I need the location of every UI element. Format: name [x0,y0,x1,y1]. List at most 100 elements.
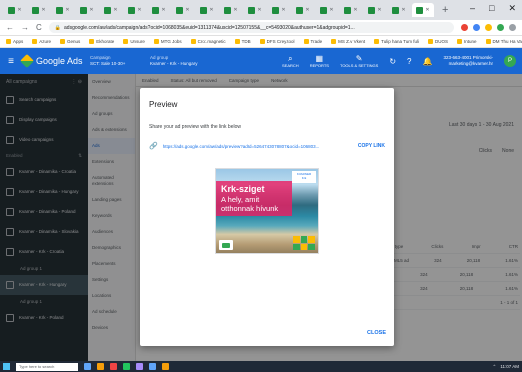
bookmark-item[interactable]: DFS Crey.tool [259,39,295,44]
tab-close-icon[interactable]: ✕ [17,7,21,13]
teams-icon[interactable] [136,363,143,370]
bookmark-label: Apps [13,39,24,44]
menu-icon[interactable]: ≡ [0,56,22,67]
tab-favicon-icon [152,6,160,14]
reload-button[interactable]: C [36,23,42,32]
bookmark-item[interactable]: MS Z.v Vkent [331,39,365,44]
browser-tab[interactable]: ✕ [340,3,362,17]
bookmark-item[interactable]: Azure [32,39,51,44]
browser-tab[interactable]: ✕ [364,3,386,17]
bookmark-item[interactable]: DUOS [428,39,448,44]
tab-close-icon[interactable]: ✕ [65,7,69,13]
tab-close-icon[interactable]: ✕ [377,7,381,13]
browser-tab[interactable]: ✕ [412,3,434,17]
bookmark-item[interactable]: Trade [303,39,322,44]
browser-tab[interactable]: ✕ [388,3,410,17]
bookmark-item[interactable]: TDB [234,39,251,44]
tab-close-icon[interactable]: ✕ [329,7,333,13]
account-info[interactable]: 323-663-4001 Primorski- marketing@kvarne… [443,55,493,67]
browser-tab[interactable]: ✕ [100,3,122,17]
tab-close-icon[interactable]: ✕ [209,7,213,13]
bookmark-item[interactable]: Apps [6,39,23,44]
refresh-icon[interactable]: ↻ [389,57,396,66]
tab-close-icon[interactable]: ✕ [233,7,237,13]
bookmark-item[interactable]: Ekhorate [89,39,114,44]
notifications-icon[interactable]: 🔔 [423,57,433,66]
bookmark-item[interactable]: Cro:.magnetic [190,39,226,44]
tab-close-icon[interactable]: ✕ [305,7,309,13]
bookmark-label: Intune [464,39,477,44]
close-button[interactable]: CLOSE [367,330,386,336]
google-ads-logo[interactable]: Google Ads [19,53,90,69]
app-icon[interactable] [162,363,169,370]
maximize-button[interactable]: □ [489,3,494,14]
tab-close-icon[interactable]: ✕ [401,7,405,13]
reports-tool[interactable]: ▦ REPORTS [310,54,329,68]
browser-tab[interactable]: ✕ [172,3,194,17]
file-explorer-icon[interactable] [97,363,104,370]
tab-close-icon[interactable]: ✕ [281,7,285,13]
browser-tab[interactable]: ✕ [124,3,146,17]
reports-icon: ▦ [315,54,324,63]
browser-tab[interactable]: ✕ [28,3,50,17]
browser-tab[interactable]: ✕ [76,3,98,17]
campaign-breadcrumb[interactable]: Campaign SCT: Sale 10-30+ [90,55,150,67]
chrome-icon[interactable] [110,363,117,370]
preview-link[interactable]: https://ads.google.com/aw/ads/preview?ad… [163,144,353,149]
browser-tab[interactable]: ✕ [316,3,338,17]
excel-icon[interactable] [123,363,130,370]
close-window-button[interactable]: ✕ [508,3,516,14]
new-tab-button[interactable]: + [442,4,448,16]
tab-favicon-icon [104,6,112,14]
tab-close-icon[interactable]: ✕ [185,7,189,13]
tab-close-icon[interactable]: ✕ [257,7,261,13]
bookmark-item[interactable]: Unsure [123,39,145,44]
browser-tab[interactable]: ✕ [4,3,26,17]
taskbar-search[interactable]: Type here to search [16,362,78,371]
browser-tab[interactable]: ✕ [196,3,218,17]
browser-tab[interactable]: ✕ [292,3,314,17]
outlook-icon[interactable] [149,363,156,370]
bookmark-item[interactable]: Genus [60,39,80,44]
bookmark-item[interactable]: Intune [457,39,477,44]
tab-close-icon[interactable]: ✕ [161,7,165,13]
network-icon[interactable]: ⌃ [493,364,497,370]
browser-tab[interactable]: ✕ [220,3,242,17]
forward-button[interactable]: → [21,23,29,32]
minimize-button[interactable]: – [470,3,475,14]
tab-close-icon[interactable]: ✕ [137,7,141,13]
bookmark-icon [6,39,11,44]
tab-close-icon[interactable]: ✕ [353,7,357,13]
bookmark-item[interactable]: MTG Jobs [153,39,182,44]
browser-tab[interactable]: ✕ [244,3,266,17]
tab-close-icon[interactable]: ✕ [41,7,45,13]
bookmark-icon [60,39,66,44]
browser-tab[interactable]: ✕ [52,3,74,17]
task-view-icon[interactable] [84,363,91,370]
copy-link-button[interactable]: COPY LINK [358,143,385,149]
profile-icon[interactable] [509,24,516,31]
windows-start-icon[interactable] [3,363,10,370]
bookmark-item[interactable]: Tulip hana Tum fuli [374,39,419,44]
back-button[interactable]: ← [6,23,14,32]
adgroup-breadcrumb[interactable]: Ad group Kvarner - Krk - Hungary [150,55,240,67]
help-icon[interactable]: ? [407,57,411,66]
bookmark-icon [457,39,463,44]
extension-icon[interactable] [497,24,504,31]
tools-settings[interactable]: ✎ TOOLS & SETTINGS [340,54,378,68]
search-tool[interactable]: ⌕ SEARCH [282,54,299,68]
clock[interactable]: 11:07 AM [500,364,519,369]
partner-logo-icon [219,240,233,250]
browser-tab[interactable]: ✕ [148,3,170,17]
extension-icon[interactable] [473,24,480,31]
bookmark-item[interactable]: DM Thu Ha Vary Sta... [485,39,522,44]
extension-icon[interactable] [485,24,492,31]
avatar[interactable]: P [504,55,516,67]
address-bar[interactable]: 🔒 adsgoogle.com/aw/ads/campaign/ads?ocid… [48,22,454,33]
ad-text-box: Krk-sziget A hely, amit otthonnak hívunk [216,181,292,216]
tab-close-icon[interactable]: ✕ [425,7,429,13]
tab-close-icon[interactable]: ✕ [113,7,117,13]
browser-tab[interactable]: ✕ [268,3,290,17]
tab-close-icon[interactable]: ✕ [89,7,93,13]
extension-icon[interactable] [461,24,468,31]
